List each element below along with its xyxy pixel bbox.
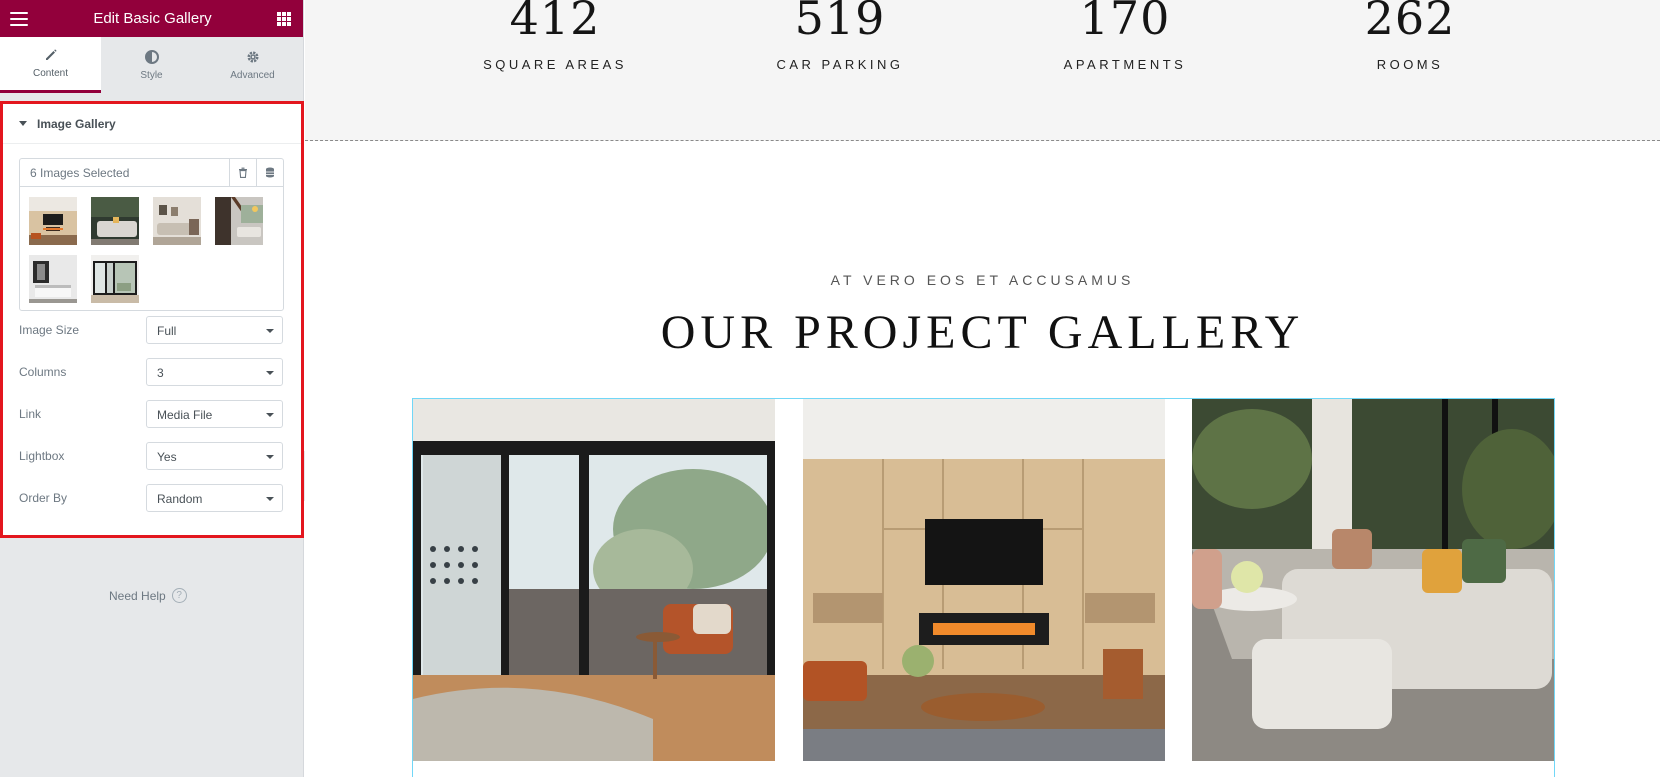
tab-advanced-label: Advanced (230, 69, 275, 81)
tab-content-label: Content (32, 68, 69, 79)
stat-square-areas: 412 SQUARE AREAS (455, 0, 655, 72)
stat-car-parking: 519 CAR PARKING (740, 0, 940, 72)
gallery-image[interactable] (803, 399, 1165, 761)
question-icon: ? (171, 588, 187, 603)
lightbox-select[interactable]: Yes (146, 442, 283, 470)
stat-label: ROOMS (1376, 57, 1444, 72)
half-circle-icon (144, 49, 159, 64)
image-size-select[interactable]: Full (146, 316, 283, 344)
trash-icon (239, 167, 247, 178)
tab-advanced[interactable]: Advanced (202, 37, 303, 93)
stat-label: CAR PARKING (776, 57, 904, 72)
delete-gallery-button[interactable] (229, 159, 256, 186)
caret-down-icon (19, 121, 27, 126)
stat-number: 262 (1364, 0, 1456, 45)
pencil-icon (45, 49, 57, 60)
columns-value: 3 (157, 366, 164, 380)
link-value: Media File (157, 408, 213, 422)
stat-number: 519 (794, 0, 886, 45)
database-icon (266, 167, 274, 178)
order-by-value: Random (157, 492, 203, 506)
gear-icon (247, 51, 258, 62)
tab-style[interactable]: Style (101, 37, 202, 93)
menu-icon[interactable] (10, 11, 28, 26)
order-by-label: Order By (19, 491, 68, 505)
chevron-down-icon (266, 497, 274, 501)
gallery-thumbnail[interactable] (91, 255, 139, 303)
stat-apartments: 170 APARTMENTS (1025, 0, 1225, 72)
stats-section: 412 SQUARE AREAS 519 CAR PARKING 170 APA… (305, 0, 1660, 141)
gallery-thumbnail[interactable] (29, 255, 77, 303)
stat-number: 170 (1079, 0, 1171, 45)
panel-title: Edit Basic Gallery (93, 10, 212, 27)
gallery-thumbnail[interactable] (29, 197, 77, 245)
panel-tabs: Content Style Advanced (0, 37, 303, 93)
tab-content[interactable]: Content (0, 37, 101, 93)
section-heading: OUR PROJECT GALLERY (660, 306, 1305, 359)
tab-style-label: Style (140, 69, 163, 81)
lightbox-label: Lightbox (19, 449, 65, 463)
order-by-select[interactable]: Random (146, 484, 283, 512)
widgets-grid-icon[interactable] (277, 11, 291, 26)
gallery-image[interactable] (1192, 399, 1554, 761)
gallery-thumbnail[interactable] (215, 197, 263, 245)
columns-field: Columns 3 (19, 358, 284, 386)
section-toggle[interactable]: Image Gallery (3, 104, 301, 144)
columns-label: Columns (19, 365, 67, 379)
image-size-field: Image Size Full (19, 316, 284, 344)
lightbox-value: Yes (157, 450, 177, 464)
image-gallery-widget[interactable] (412, 398, 1555, 777)
gallery-bar: 6 Images Selected (20, 159, 283, 187)
chevron-down-icon (266, 371, 274, 375)
panel-header: Edit Basic Gallery (0, 0, 303, 37)
chevron-down-icon (266, 455, 274, 459)
chevron-down-icon (266, 413, 274, 417)
gallery-thumbnail[interactable] (153, 197, 201, 245)
stat-rooms: 262 ROOMS (1310, 0, 1510, 72)
image-size-value: Full (157, 324, 177, 338)
stat-label: APARTMENTS (1063, 57, 1187, 72)
link-select[interactable]: Media File (146, 400, 283, 428)
image-size-label: Image Size (19, 323, 80, 337)
order-by-field: Order By Random (19, 484, 284, 512)
link-label: Link (19, 407, 42, 421)
chevron-down-icon (266, 329, 274, 333)
image-gallery-section: Image Gallery 6 Images Selected Image Si… (0, 101, 304, 538)
gallery-control[interactable]: 6 Images Selected (19, 158, 284, 311)
link-field: Link Media File (19, 400, 284, 428)
section-kicker: AT VERO EOS ET ACCUSAMUS (830, 272, 1135, 288)
images-selected-count: 6 Images Selected (30, 166, 130, 180)
need-help-label: Need Help (109, 588, 166, 603)
gallery-thumbnail[interactable] (91, 197, 139, 245)
columns-select[interactable]: 3 (146, 358, 283, 386)
stat-number: 412 (509, 0, 601, 45)
stat-label: SQUARE AREAS (483, 57, 627, 72)
gallery-image[interactable] (413, 399, 775, 761)
preview-canvas: 412 SQUARE AREAS 519 CAR PARKING 170 APA… (305, 0, 1660, 777)
lightbox-field: Lightbox Yes (19, 442, 284, 470)
editor-panel: Edit Basic Gallery Content Style Advance… (0, 0, 304, 777)
need-help-link[interactable]: Need Help ? (109, 588, 187, 603)
section-title: Image Gallery (37, 116, 116, 131)
edit-gallery-button[interactable] (256, 159, 283, 186)
